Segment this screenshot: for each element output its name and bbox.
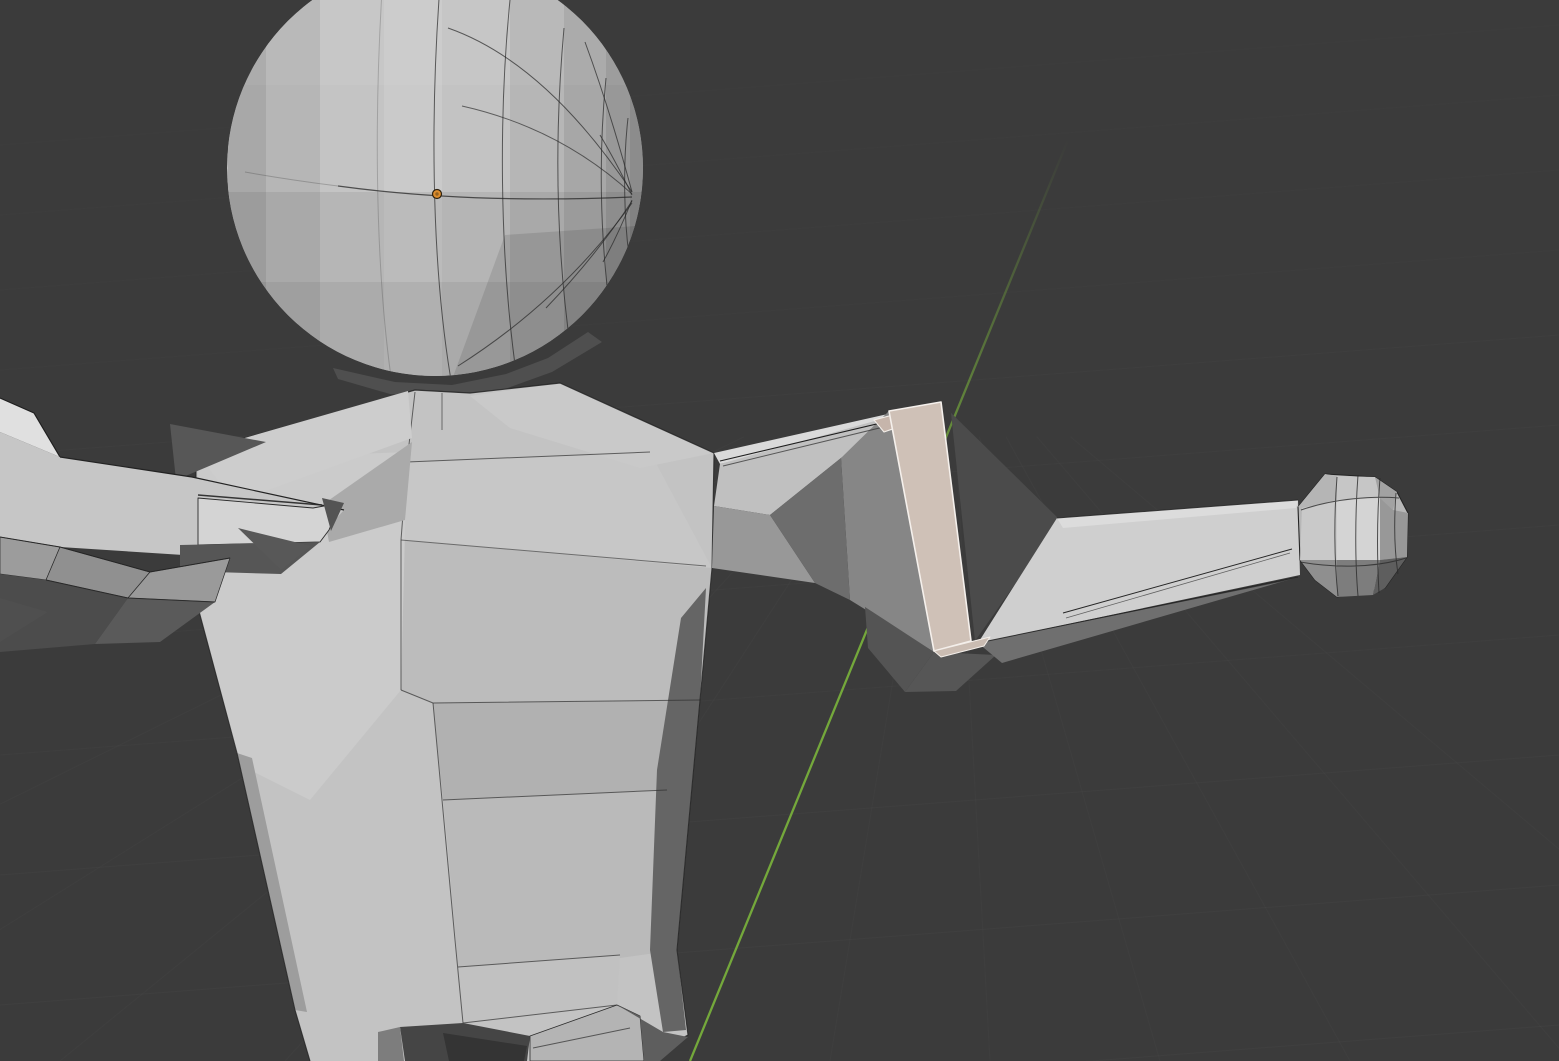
leg-left-corner bbox=[378, 1027, 404, 1061]
object-origin-dot[interactable] bbox=[433, 190, 442, 199]
fist-facet-mid-left bbox=[1300, 500, 1337, 560]
origin-dot-center bbox=[435, 192, 438, 195]
fist-facet-mid-center bbox=[1337, 498, 1380, 560]
torso-facet-mid-right bbox=[400, 540, 712, 703]
fist-facet-top-mid bbox=[1337, 476, 1380, 500]
torso-facet-hip-right bbox=[443, 790, 677, 967]
viewport-3d[interactable] bbox=[0, 0, 1559, 1061]
viewport-3d-wrap bbox=[0, 0, 1559, 1061]
